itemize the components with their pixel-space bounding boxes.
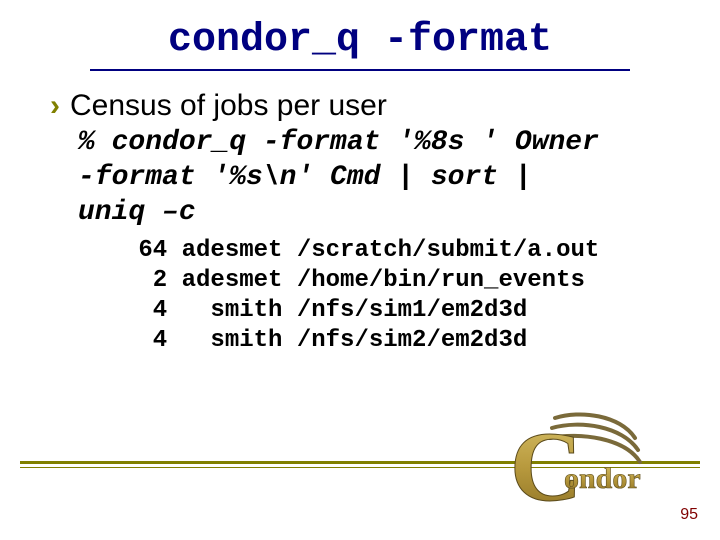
bullet-row: › Census of jobs per user <box>50 89 680 123</box>
logo-text: ondor <box>564 462 641 495</box>
output-block: 64 adesmet /scratch/submit/a.out 2 adesm… <box>50 236 680 356</box>
command-block: % condor_q -format '%8s ' Owner -format … <box>50 125 680 230</box>
command-line-1: condor_q -format '%8s ' Owner <box>112 127 599 158</box>
slide-title: condor_q -format <box>0 0 720 69</box>
command-line-3: uniq –c <box>78 197 196 228</box>
content-area: › Census of jobs per user % condor_q -fo… <box>0 89 720 356</box>
bullet-text: Census of jobs per user <box>70 89 387 123</box>
chevron-right-icon: › <box>50 91 60 121</box>
page-number: 95 <box>680 506 698 524</box>
shell-prompt: % <box>78 127 95 158</box>
title-underline <box>90 69 630 71</box>
command-line-2: -format '%s\n' Cmd | sort | <box>78 162 532 193</box>
condor-logo: C ondor <box>510 410 660 520</box>
